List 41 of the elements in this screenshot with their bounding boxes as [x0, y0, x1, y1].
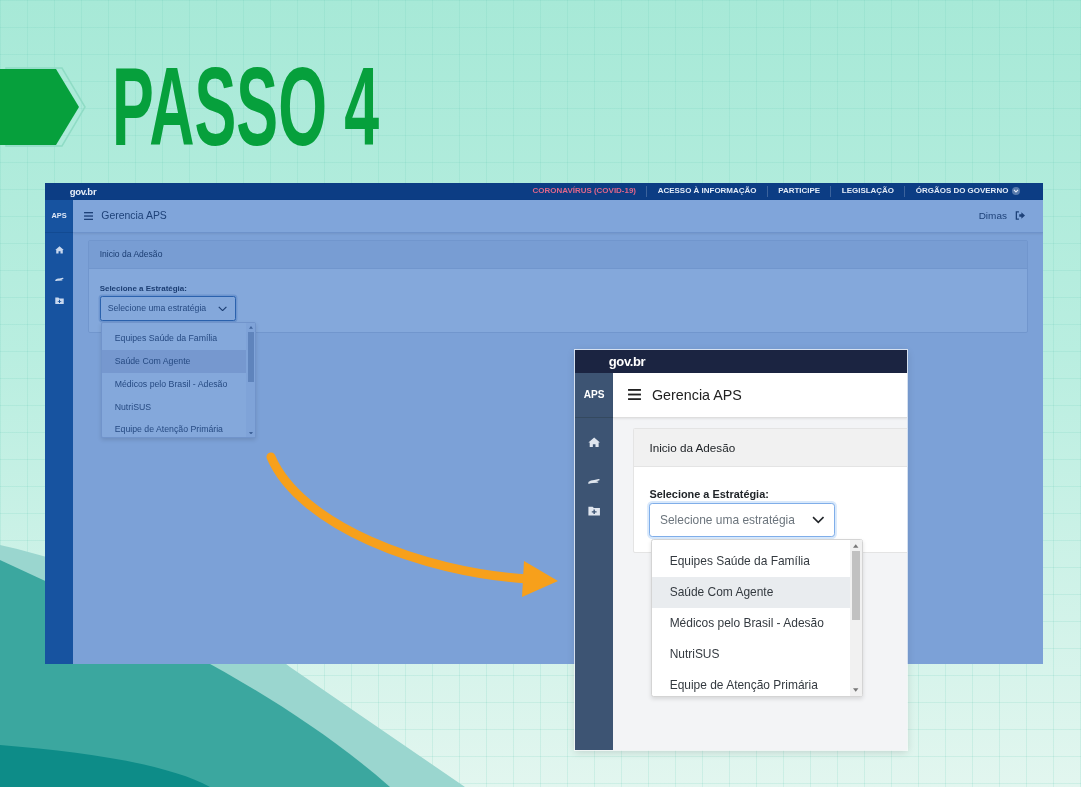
dropdown-option[interactable]: Equipe de Atenção Primária — [101, 418, 247, 438]
dropdown-option[interactable]: Equipes Saúde da Família — [651, 545, 850, 577]
gov-logo[interactable]: gov.br — [69, 185, 97, 197]
home-icon[interactable] — [54, 246, 64, 255]
dropdown-option[interactable]: Equipe de Atenção Primária — [651, 670, 850, 697]
step-title: PASSO 4 — [112, 61, 380, 152]
user-name: Dimas — [978, 210, 1007, 222]
home-icon[interactable] — [588, 436, 601, 448]
hand-icon[interactable] — [588, 478, 601, 485]
field-label: Selecione a Estratégia: — [649, 487, 769, 500]
scroll-up-icon[interactable] — [853, 543, 859, 548]
sidebar-title: APS — [583, 389, 605, 401]
card-title: Inicio da Adesão — [99, 249, 163, 260]
strategy-select[interactable]: Selecione uma estratégia — [99, 295, 236, 321]
app-title: Gerencia APS — [101, 210, 167, 222]
logout-icon[interactable] — [1014, 211, 1025, 221]
menu-icon[interactable] — [628, 389, 642, 401]
dropdown-option[interactable]: Médicos pelo Brasil - Adesão — [101, 372, 247, 396]
dropdown-option[interactable]: NutriSUS — [101, 395, 247, 419]
dropdown-option[interactable]: Médicos pelo Brasil - Adesão — [651, 608, 850, 640]
hand-icon[interactable] — [54, 276, 64, 282]
strategy-select[interactable]: Selecione uma estratégia — [649, 503, 836, 537]
chevron-down-icon — [217, 305, 228, 311]
scroll-down-icon[interactable] — [249, 431, 253, 435]
chevron-down-icon — [811, 516, 825, 524]
dropdown-option[interactable]: Equipes Saúde da Família — [101, 327, 247, 351]
folder-plus-icon[interactable] — [588, 505, 601, 516]
scroll-up-icon[interactable] — [249, 325, 253, 329]
chevron-down-icon — [1012, 187, 1021, 196]
app-title: Gerencia APS — [652, 386, 742, 403]
scrollbar-thumb[interactable] — [248, 331, 254, 382]
scrollbar[interactable] — [246, 323, 256, 438]
gov-logo[interactable]: gov.br — [608, 354, 646, 369]
dropdown-option[interactable]: NutriSUS — [651, 639, 850, 671]
scrollbar-thumb[interactable] — [852, 551, 861, 621]
folder-plus-icon[interactable] — [54, 296, 64, 305]
dropdown-option[interactable]: Saúde Com Agente — [651, 576, 850, 609]
arrow-marker-icon — [0, 66, 86, 147]
scroll-down-icon[interactable] — [853, 688, 859, 693]
scrollbar[interactable] — [849, 539, 863, 697]
card-title: Inicio da Adesão — [649, 441, 736, 455]
